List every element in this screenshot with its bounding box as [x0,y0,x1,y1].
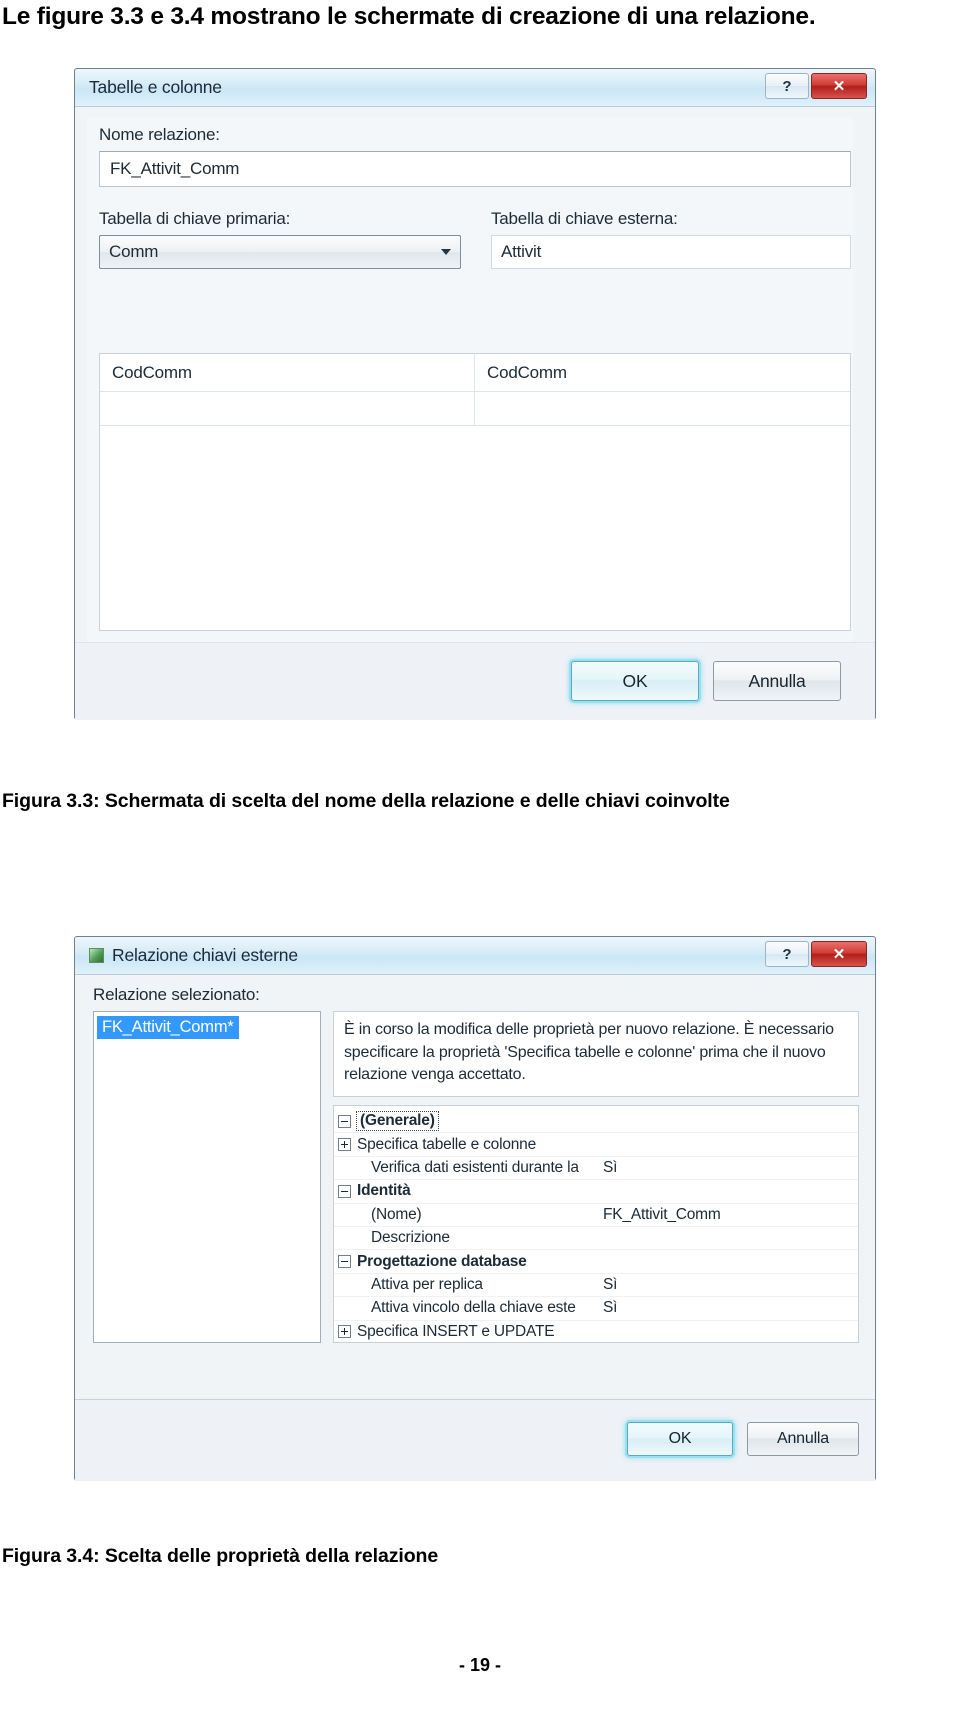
property-value[interactable]: FK_Attivit_Comm [603,1206,858,1224]
dialog1-title: Tabelle e colonne [89,77,222,97]
figure-caption-34: Figura 3.4: Scelta delle proprietà della… [2,1545,439,1567]
property-row[interactable]: Specifica tabelle e colonne [334,1133,858,1157]
property-grid[interactable]: (Generale) Specifica tabelle e colonne Ver… [333,1105,859,1343]
property-name: (Nome) [371,1205,422,1223]
property-row[interactable]: Descrizione [334,1227,858,1251]
ok-button[interactable]: OK [627,1422,733,1456]
help-icon[interactable]: ? [765,73,809,99]
dialog1-titlebar: Tabelle e colonne ? ✕ [75,69,875,107]
intro-paragraph: Le figure 3.3 e 3.4 mostrano le schermat… [2,3,816,30]
description-text: È in corso la modifica delle proprietà p… [333,1011,859,1097]
collapse-icon[interactable] [338,1184,351,1198]
expand-icon[interactable] [338,1138,351,1152]
chevron-down-icon[interactable] [441,249,451,255]
cancel-button[interactable]: Annulla [747,1422,859,1456]
relation-name-label: Nome relazione: [99,125,220,144]
property-name: (Generale) [356,1111,439,1132]
close-icon[interactable]: ✕ [811,941,867,967]
primary-key-table-value: Comm [109,242,159,261]
property-name: Attiva per replica [371,1275,483,1293]
help-icon[interactable]: ? [765,941,809,967]
grid-blank-area [100,426,850,626]
primary-key-table-label: Tabella di chiave primaria: [99,209,291,228]
dialog1-content-panel: Nome relazione: FK_Attivit_Comm Tabella … [87,117,853,642]
property-value[interactable]: Sì [603,1299,858,1317]
table-row[interactable]: CodComm CodComm [100,354,850,392]
table-row-empty[interactable] [100,392,850,426]
property-row[interactable]: Identità [334,1180,858,1204]
dialog1-body: Nome relazione: FK_Attivit_Comm Tabella … [75,107,875,720]
property-row[interactable]: Progettazione database [334,1250,858,1274]
collapse-icon[interactable] [338,1255,351,1269]
relation-name-input[interactable]: FK_Attivit_Comm [99,151,851,187]
property-value[interactable]: Sì [603,1159,858,1177]
foreign-column-cell-empty[interactable] [475,392,850,425]
dialog2-footer: OK Annulla [75,1399,875,1481]
property-name: Attiva vincolo della chiave este [371,1299,576,1317]
property-row[interactable]: Verifica dati esistenti durante la Sì [334,1157,858,1181]
dialog-relazione-chiavi-esterne: Relazione chiavi esterne ? ✕ Relazione s… [74,936,876,1481]
collapse-icon[interactable] [338,1114,351,1128]
foreign-key-table-value: Attivit [491,235,851,269]
primary-column-cell[interactable]: CodComm [100,354,475,391]
dialog2-titlebar: Relazione chiavi esterne ? ✕ [75,937,875,975]
foreign-column-cell[interactable]: CodComm [475,354,850,391]
figure-caption-33: Figura 3.3: Schermata di scelta del nome… [2,790,730,812]
ok-button[interactable]: OK [571,661,699,701]
list-item[interactable]: FK_Attivit_Comm* [97,1016,239,1039]
property-value[interactable]: Sì [603,1276,858,1294]
property-name: Identità [357,1182,411,1200]
primary-key-table-select[interactable]: Comm [99,235,461,269]
property-name: Verifica dati esistenti durante la [371,1158,579,1176]
property-name: Descrizione [371,1229,450,1247]
columns-grid[interactable]: CodComm CodComm [99,353,851,631]
cancel-button[interactable]: Annulla [713,661,841,701]
primary-column-cell-empty[interactable] [100,392,475,425]
expand-icon[interactable] [338,1325,351,1339]
property-name: Specifica INSERT e UPDATE [357,1322,555,1340]
property-row[interactable]: Attiva vincolo della chiave este Sì [334,1297,858,1321]
foreign-key-table-label: Tabella di chiave esterna: [491,209,678,228]
dialog1-window-buttons: ? ✕ [765,73,867,99]
application-icon [89,948,104,963]
dialog2-window-buttons: ? ✕ [765,941,867,967]
property-row[interactable]: (Nome) FK_Attivit_Comm [334,1204,858,1227]
property-row[interactable]: Attiva per replica Sì [334,1274,858,1298]
page-number: - 19 - [458,1655,501,1675]
selected-relation-label: Relazione selezionato: [93,985,260,1004]
dialog-tabelle-e-colonne: Tabelle e colonne ? ✕ Nome relazione: FK… [74,68,876,720]
property-row[interactable]: Specifica INSERT e UPDATE [334,1321,858,1342]
property-name: Progettazione database [357,1252,527,1270]
dialog2-title: Relazione chiavi esterne [112,945,298,965]
dialog1-footer: OK Annulla [75,642,875,720]
relation-list[interactable]: FK_Attivit_Comm* [93,1011,321,1343]
dialog2-body: Relazione selezionato: FK_Attivit_Comm* … [75,975,875,1481]
property-row[interactable]: (Generale) [334,1110,858,1134]
property-name: Specifica tabelle e colonne [357,1135,537,1153]
close-icon[interactable]: ✕ [811,73,867,99]
